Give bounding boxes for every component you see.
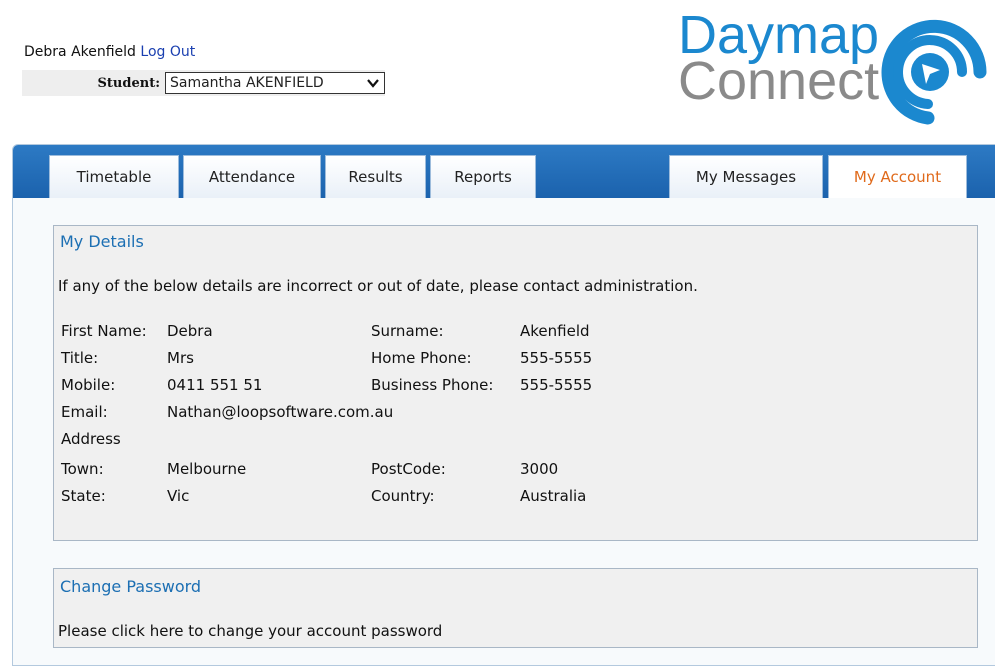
logo-text-connect: Connect xyxy=(678,51,880,111)
my-details-title: My Details xyxy=(60,232,144,251)
state-value: Vic xyxy=(167,487,190,505)
tab-attendance[interactable]: Attendance xyxy=(183,155,321,198)
tab-results[interactable]: Results xyxy=(325,155,426,198)
student-select[interactable]: Samantha AKENFIELD xyxy=(165,72,385,94)
main-panel: Timetable Attendance Results Reports My … xyxy=(12,144,995,666)
tab-label: Timetable xyxy=(76,168,152,186)
home-phone-value: 555-5555 xyxy=(520,349,593,367)
business-phone-value: 555-5555 xyxy=(520,376,593,394)
home-phone-label: Home Phone: xyxy=(371,349,472,367)
first-name-label: First Name: xyxy=(61,322,147,340)
tab-label: Reports xyxy=(454,168,512,186)
tab-label: My Account xyxy=(853,168,942,186)
business-phone-label: Business Phone: xyxy=(371,376,494,394)
town-value: Melbourne xyxy=(167,460,247,478)
tab-label: Results xyxy=(348,168,403,186)
chevron-down-icon xyxy=(366,76,380,94)
change-password-title: Change Password xyxy=(60,577,202,596)
logout-link[interactable]: Log Out xyxy=(140,44,195,60)
first-name-value: Debra xyxy=(167,322,213,340)
postcode-label: PostCode: xyxy=(371,460,446,478)
email-value: Nathan@loopsoftware.com.au xyxy=(167,403,394,421)
title-label: Title: xyxy=(61,349,99,367)
tab-my-messages[interactable]: My Messages xyxy=(669,155,823,198)
email-label: Email: xyxy=(61,403,108,421)
tab-label: My Messages xyxy=(695,168,797,186)
address-label: Address xyxy=(61,430,121,448)
daymap-connect-logo: Daymap Connect xyxy=(676,8,995,126)
details-notice: If any of the below details are incorrec… xyxy=(58,277,698,295)
town-label: Town: xyxy=(61,460,104,478)
postcode-value: 3000 xyxy=(520,460,559,478)
student-label: Student: xyxy=(97,75,160,91)
tab-reports[interactable]: Reports xyxy=(430,155,536,198)
tab-bar: Timetable Attendance Results Reports My … xyxy=(13,145,995,198)
title-value: Mrs xyxy=(167,349,194,367)
tab-timetable[interactable]: Timetable xyxy=(49,155,179,198)
surname-label: Surname: xyxy=(371,322,444,340)
mobile-value: 0411 551 51 xyxy=(167,376,263,394)
change-password-section: Change Password Please click here to cha… xyxy=(53,568,978,648)
mobile-label: Mobile: xyxy=(61,376,116,394)
user-name: Debra Akenfield xyxy=(24,44,136,60)
surname-value: Akenfield xyxy=(520,322,590,340)
change-password-link[interactable]: Please click here to change your account… xyxy=(58,622,442,640)
state-label: State: xyxy=(61,487,106,505)
country-value: Australia xyxy=(520,487,587,505)
my-details-section: My Details If any of the below details a… xyxy=(53,225,978,541)
logo-swirl-icon xyxy=(856,10,988,134)
user-line: Debra Akenfield Log Out xyxy=(24,44,195,60)
student-selector-row: Student: Samantha AKENFIELD xyxy=(22,70,385,96)
country-label: Country: xyxy=(371,487,435,505)
tab-my-account[interactable]: My Account xyxy=(828,155,967,198)
student-select-value: Samantha AKENFIELD xyxy=(170,75,324,91)
tab-label: Attendance xyxy=(208,168,296,186)
